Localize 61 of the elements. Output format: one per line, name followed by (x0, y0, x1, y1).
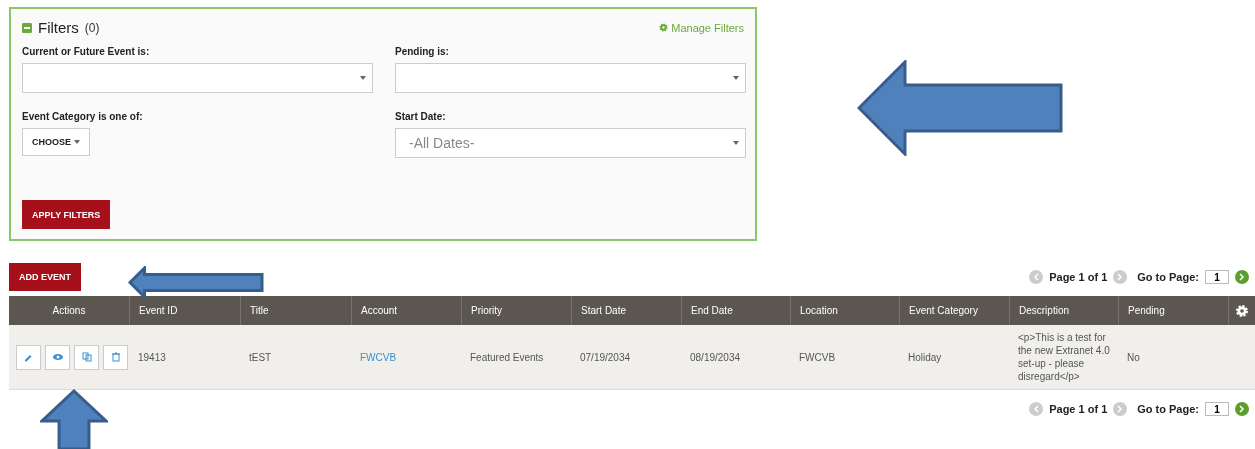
dropdown-field[interactable]: -All Dates- (395, 128, 746, 158)
eye-icon (51, 351, 64, 363)
table-cell: tEST (249, 350, 272, 364)
dropdown-field[interactable] (395, 63, 746, 93)
gear-icon (659, 23, 669, 32)
edit-button[interactable] (16, 344, 41, 370)
apply-filters-button[interactable]: APPLY FILTERS (22, 200, 111, 229)
column-header: End Date (691, 305, 733, 316)
column-header: Title (250, 305, 269, 316)
table-cell: 08/19/2034 (690, 350, 741, 364)
filter-label: Event Category is one of: (22, 111, 144, 122)
dropdown-field[interactable] (22, 63, 373, 93)
column-header: Account (361, 305, 398, 316)
filter-label: Current or Future Event is: (22, 46, 151, 57)
chevron-left-icon (1033, 405, 1040, 413)
go-button[interactable] (1235, 270, 1249, 284)
table-cell: Holiday (908, 350, 942, 364)
table-cell: 19413 (138, 350, 166, 364)
previous-page-button[interactable] (1029, 402, 1044, 416)
page-number-field[interactable]: 1 (1205, 270, 1229, 284)
column-header: Description (1019, 305, 1070, 316)
next-page-button[interactable] (1113, 270, 1128, 284)
copy-button[interactable] (74, 344, 99, 370)
chevron-right-icon (1239, 405, 1245, 413)
column-header: Event ID (139, 305, 178, 316)
page-number-field[interactable]: 1 (1205, 402, 1229, 416)
trash-icon (109, 351, 122, 363)
view-button[interactable] (45, 344, 70, 370)
choose-button[interactable]: CHOOSE (22, 128, 90, 156)
page-indicator: Page 1 of 1 (1049, 403, 1108, 415)
next-page-button[interactable] (1113, 402, 1128, 416)
table-cell: <p>This is a test for the new Extranet 4.0 set-up - please disregard</p> (1018, 331, 1111, 383)
table-cell: 07/19/2034 (580, 350, 631, 364)
chevron-right-icon (1117, 405, 1124, 413)
column-header: Priority (471, 305, 503, 316)
chevron-right-icon (1239, 273, 1245, 281)
go-to-page-label: Go to Page: (1137, 271, 1199, 283)
column-header: Location (800, 305, 838, 316)
previous-page-button[interactable] (1029, 270, 1044, 284)
table-cell: FWCVB (799, 350, 836, 364)
chevron-left-icon (1033, 273, 1040, 281)
filters-title: Filters (38, 19, 79, 36)
column-header: Start Date (581, 305, 627, 316)
table-cell: No (1127, 350, 1140, 364)
delete-button[interactable] (103, 344, 128, 370)
add-event-button[interactable]: ADD EVENT (9, 263, 81, 291)
collapse-icon[interactable] (22, 22, 32, 33)
settings-icon[interactable] (1235, 303, 1249, 318)
page-indicator: Page 1 of 1 (1049, 271, 1108, 283)
filter-label: Pending is: (395, 46, 450, 57)
chevron-right-icon (1117, 273, 1124, 281)
filter-label: Start Date: (395, 111, 447, 122)
filter-count: (0) (84, 20, 100, 35)
go-to-page-label: Go to Page: (1137, 403, 1199, 415)
annotation-arrow (40, 389, 108, 449)
column-header: Actions (52, 305, 86, 316)
column-header: Pending (1128, 305, 1165, 316)
table-cell: Featured Events (470, 350, 544, 364)
go-button[interactable] (1235, 402, 1249, 416)
copy-icon (80, 351, 93, 363)
column-header: Event Category (909, 305, 978, 316)
